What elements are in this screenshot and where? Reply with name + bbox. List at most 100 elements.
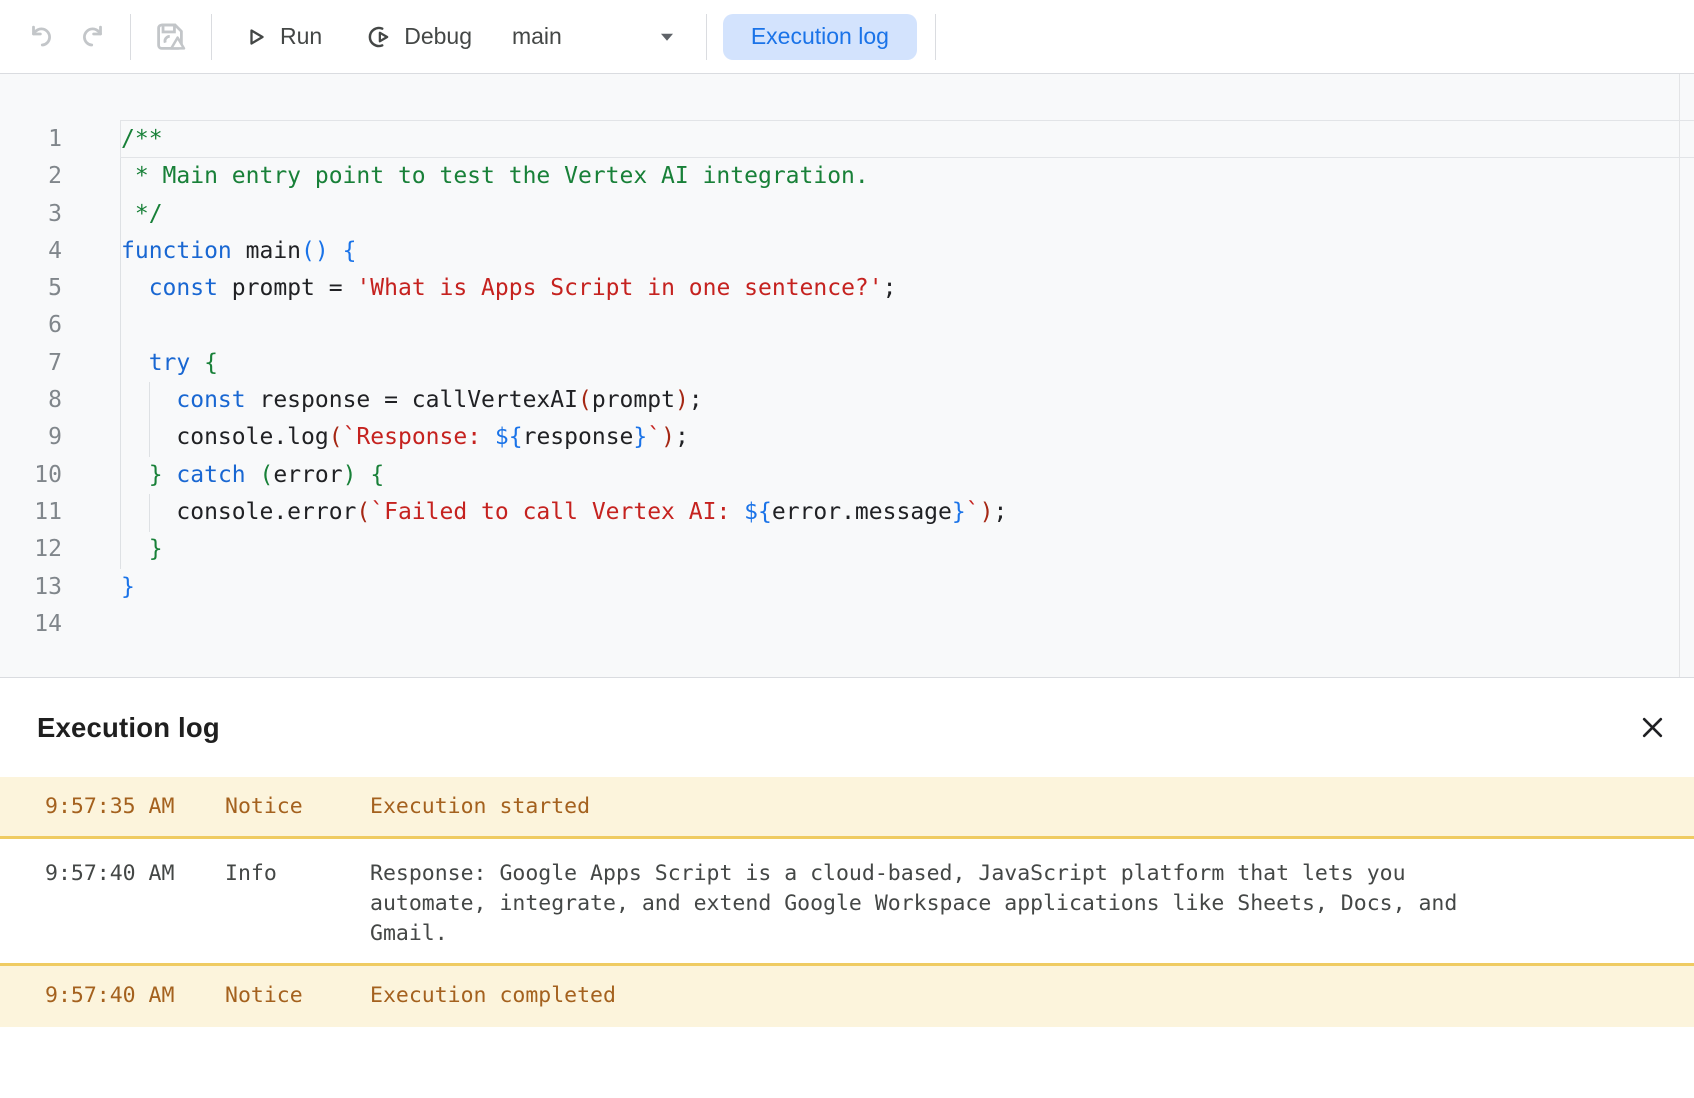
toolbar-divider: [130, 14, 131, 60]
code-token: ${: [495, 424, 523, 450]
close-button[interactable]: [1635, 711, 1669, 745]
code-line-text: }: [121, 531, 163, 568]
code-line[interactable]: 1/**: [0, 121, 1694, 158]
code-line-text: const prompt = 'What is Apps Script in o…: [121, 270, 897, 307]
code-token: [121, 350, 149, 376]
code-line[interactable]: 3 */: [0, 196, 1694, 233]
code-token: ${: [744, 499, 772, 525]
code-token: error.message: [772, 499, 952, 525]
run-button[interactable]: Run: [242, 23, 322, 51]
play-icon: [242, 23, 270, 51]
code-token: (: [578, 387, 592, 413]
code-line-text: }: [121, 569, 135, 606]
caret-down-icon: [654, 24, 680, 50]
code-line[interactable]: 9 console.log(`Response: ${response}`);: [0, 419, 1694, 456]
code-token: /**: [121, 126, 163, 152]
toolbar: Run Debug main Execution log: [0, 0, 1694, 74]
toolbar-divider: [706, 14, 707, 60]
code-token: (: [329, 424, 343, 450]
code-line[interactable]: 5 const prompt = 'What is Apps Script in…: [0, 270, 1694, 307]
code-token: response = callVertexAI: [246, 387, 578, 413]
line-number: 14: [0, 606, 62, 643]
run-label: Run: [280, 23, 322, 50]
log-message: Response: Google Apps Script is a cloud-…: [370, 859, 1694, 949]
line-number: 6: [0, 307, 62, 344]
line-number: 4: [0, 233, 62, 270]
code-line-text: console.log(`Response: ${response}`);: [121, 419, 689, 456]
code-token: response: [523, 424, 634, 450]
log-message-line: Response: Google Apps Script is a cloud-…: [370, 859, 1544, 889]
log-message: Execution completed: [370, 981, 1694, 1011]
code-token: function: [121, 238, 232, 264]
code-token: try: [149, 350, 191, 376]
log-message-line: Gmail.: [370, 919, 1544, 949]
code-token: console.log: [121, 424, 329, 450]
code-token: (: [356, 499, 370, 525]
function-selector-value: main: [512, 23, 562, 50]
execution-log-header: Execution log: [0, 678, 1694, 777]
code-token: [190, 350, 204, 376]
code-line[interactable]: 4function main() {: [0, 233, 1694, 270]
code-token: }: [952, 499, 966, 525]
line-number: 10: [0, 457, 62, 494]
code-token: ): [661, 424, 675, 450]
code-token: [357, 462, 371, 488]
line-number: 9: [0, 419, 62, 456]
code-line[interactable]: 2 * Main entry point to test the Vertex …: [0, 158, 1694, 195]
code-lines: 1/**2 * Main entry point to test the Ver…: [0, 74, 1694, 643]
code-token: console.error: [121, 499, 356, 525]
save-button[interactable]: [151, 18, 189, 56]
code-line[interactable]: 12 }: [0, 531, 1694, 568]
code-line[interactable]: 11 console.error(`Failed to call Vertex …: [0, 494, 1694, 531]
execution-log-button[interactable]: Execution log: [723, 14, 917, 60]
toolbar-divider: [935, 14, 936, 60]
code-token: * Main entry point to test the Vertex AI…: [121, 163, 869, 189]
apps-script-editor-window: Run Debug main Execution log 1/**2 * Mai…: [0, 0, 1694, 1098]
undo-button[interactable]: [26, 22, 56, 52]
log-message-line: Execution completed: [370, 981, 1544, 1011]
execution-log-button-label: Execution log: [751, 23, 889, 49]
log-rows: 9:57:35 AMNoticeExecution started9:57:40…: [0, 777, 1694, 1027]
code-line[interactable]: 8 const response = callVertexAI(prompt);: [0, 382, 1694, 419]
log-level: Notice: [225, 792, 370, 822]
code-line-text: } catch (error) {: [121, 457, 384, 494]
code-token: `: [647, 424, 661, 450]
log-timestamp: 9:57:40 AM: [45, 859, 225, 889]
code-line[interactable]: 6: [0, 307, 1694, 344]
code-line[interactable]: 14: [0, 606, 1694, 643]
code-line[interactable]: 7 try {: [0, 345, 1694, 382]
code-token: (: [260, 462, 274, 488]
code-token: ): [980, 499, 994, 525]
execution-log-panel: Execution log 9:57:35 AMNoticeExecution …: [0, 678, 1694, 1098]
code-line-text: /**: [121, 121, 163, 158]
code-editor[interactable]: 1/**2 * Main entry point to test the Ver…: [0, 74, 1694, 678]
code-token: `: [966, 499, 980, 525]
debug-button[interactable]: Debug: [364, 22, 472, 52]
code-token: {: [370, 462, 384, 488]
code-token: {: [204, 350, 218, 376]
code-token: error: [273, 462, 342, 488]
code-token: [121, 536, 149, 562]
debug-label: Debug: [404, 23, 472, 50]
panel-title: Execution log: [37, 712, 1635, 744]
code-token: [121, 275, 149, 301]
code-token: ): [675, 387, 689, 413]
save-warning-icon: [151, 18, 189, 56]
code-token: ;: [689, 387, 703, 413]
code-token: const: [176, 387, 245, 413]
redo-button[interactable]: [78, 22, 108, 52]
code-token: 'What is Apps Script in one sentence?': [356, 275, 882, 301]
code-line[interactable]: 10 } catch (error) {: [0, 457, 1694, 494]
log-level: Info: [225, 859, 370, 889]
log-message-line: Execution started: [370, 792, 1544, 822]
log-row: 9:57:40 AMNoticeExecution completed: [0, 963, 1694, 1027]
code-token: `Response:: [343, 424, 495, 450]
code-token: main: [232, 238, 301, 264]
code-line[interactable]: 13}: [0, 569, 1694, 606]
line-number: 8: [0, 382, 62, 419]
code-line-text: */: [121, 196, 163, 233]
function-selector[interactable]: main: [512, 23, 680, 50]
code-token: }: [149, 536, 163, 562]
code-token: }: [121, 574, 135, 600]
code-token: [246, 462, 260, 488]
